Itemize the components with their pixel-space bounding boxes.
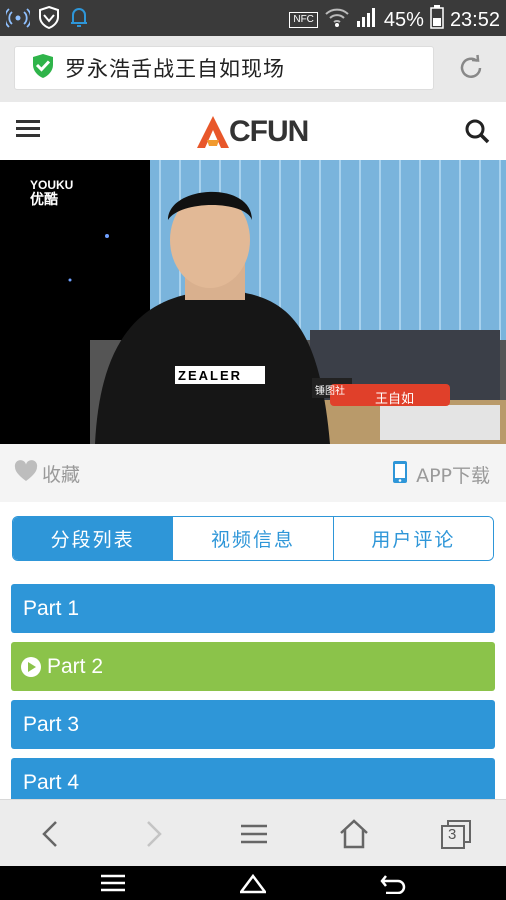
part-label: Part 1 (23, 596, 80, 620)
heart-icon (14, 460, 38, 487)
shield-icon (38, 5, 60, 33)
clock: 23:52 (449, 8, 500, 31)
app-download-button[interactable]: APP下载 (392, 460, 490, 489)
shirt-text: ZEALER (178, 368, 242, 383)
system-nav-bar (0, 866, 506, 900)
address-field[interactable]: 罗永浩舌战王自如现场 (14, 46, 434, 90)
phone-icon (392, 460, 408, 489)
caption-tag: 锤图社 (315, 386, 345, 397)
bell-notification-icon (68, 5, 90, 33)
search-icon[interactable] (464, 118, 490, 144)
content-tabs: 分段列表 视频信息 用户评论 (12, 516, 494, 561)
part-label: Part 2 (47, 654, 104, 678)
video-caption: 王自如 (375, 392, 415, 407)
tabs-icon[interactable]: 3 (440, 818, 472, 850)
battery-percent: 45% (383, 8, 424, 31)
recent-apps-icon[interactable] (100, 872, 126, 894)
youku-watermark: YOUKU 优酷 (30, 178, 74, 207)
back-icon[interactable] (36, 818, 68, 850)
part-item[interactable]: Part 3 (11, 700, 495, 749)
status-bar: NFC 45% 23:52 (0, 0, 506, 36)
back-icon[interactable] (380, 872, 406, 895)
home-icon[interactable] (338, 818, 370, 850)
nfc-badge: NFC (289, 12, 318, 28)
forward-icon[interactable] (136, 818, 168, 850)
app-download-label: APP下载 (416, 465, 490, 487)
wifi-icon (324, 6, 350, 34)
wifi-hotspot-icon (4, 5, 32, 33)
play-icon (21, 656, 41, 677)
tab-video-info[interactable]: 视频信息 (172, 517, 333, 560)
part-label: Part 4 (23, 770, 80, 794)
secure-shield-icon (31, 53, 55, 83)
acfun-logo[interactable]: CFUN (193, 112, 309, 152)
favorite-label: 收藏 (42, 464, 81, 486)
browser-toolbar: 3 (0, 799, 506, 867)
signal-icon (356, 6, 378, 34)
video-player[interactable]: YOUKU 优酷 ZEALER 锤图社 王自如 (0, 160, 506, 444)
part-list: Part 1 Part 2 Part 3 Part 4 (11, 584, 495, 816)
battery-icon (430, 5, 444, 35)
favorite-button[interactable]: 收藏 (14, 460, 80, 487)
part-item-active[interactable]: Part 2 (11, 642, 495, 691)
part-label: Part 3 (23, 712, 80, 736)
page-title: 罗永浩舌战王自如现场 (65, 57, 285, 81)
video-actions: 收藏 APP下载 (0, 444, 506, 502)
logo-text: CFUN (229, 115, 309, 148)
reload-icon[interactable] (456, 53, 486, 83)
home-icon[interactable] (238, 872, 268, 894)
site-header: CFUN (0, 102, 506, 161)
tab-count: 3 (448, 826, 457, 843)
tab-segment-list[interactable]: 分段列表 (13, 517, 173, 560)
logo-a-mark (197, 116, 229, 148)
browser-address-bar: 罗永浩舌战王自如现场 (0, 36, 506, 102)
menu-icon[interactable] (16, 120, 40, 140)
menu-icon[interactable] (238, 818, 270, 850)
tab-user-comments[interactable]: 用户评论 (332, 517, 493, 560)
part-item[interactable]: Part 1 (11, 584, 495, 633)
